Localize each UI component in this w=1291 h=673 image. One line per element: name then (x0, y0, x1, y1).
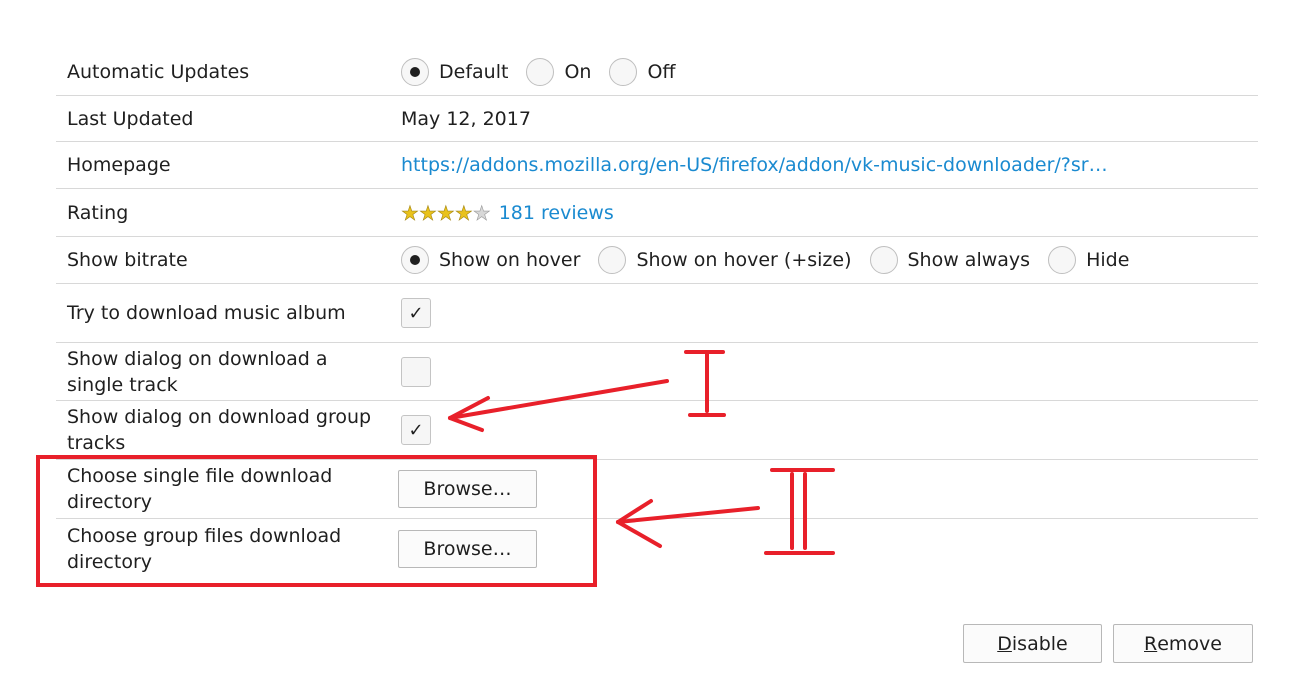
radio-default[interactable] (401, 57, 429, 86)
row-last-updated: Last Updated May 12, 2017 (56, 96, 1258, 142)
single-directory-label: Choose single file download directory (67, 465, 333, 513)
radio-label-hide: Hide (1086, 249, 1130, 271)
reviews-link[interactable]: 181 reviews (499, 202, 614, 224)
automatic-updates-radio-group: Default On Off (401, 57, 693, 86)
radio-label-show-on-hover-size: Show on hover (+size) (636, 249, 852, 271)
addon-settings: Automatic Updates Default On Off Last Up… (56, 48, 1258, 579)
radio-label-on: On (564, 60, 592, 83)
download-album-label: Try to download music album (67, 302, 346, 324)
show-bitrate-label: Show bitrate (67, 249, 188, 271)
download-album-checkbox[interactable]: ✓ (401, 298, 431, 328)
show-bitrate-radio-group: Show on hover Show on hover (+size) Show… (401, 246, 1129, 274)
row-group-directory: Choose group files download directory Br… (56, 519, 1258, 579)
radio-off[interactable] (609, 57, 638, 86)
star-icon: ★ (454, 200, 474, 225)
radio-option-show-on-hover[interactable]: Show on hover (401, 246, 580, 274)
remove-button[interactable]: Remove (1113, 624, 1253, 663)
radio-label-off: Off (647, 60, 676, 83)
row-homepage: Homepage https://addons.mozilla.org/en-U… (56, 142, 1258, 189)
radio-option-off[interactable]: Off (609, 57, 676, 86)
radio-label-show-always: Show always (907, 249, 1031, 271)
homepage-label: Homepage (67, 154, 171, 176)
row-dialog-single: Show dialog on download a single track (56, 343, 1258, 401)
row-automatic-updates: Automatic Updates Default On Off (56, 48, 1258, 96)
radio-option-default[interactable]: Default (401, 57, 509, 86)
radio-label-default: Default (439, 60, 509, 83)
star-icon: ★ (401, 200, 420, 225)
dialog-group-checkbox[interactable]: ✓ (401, 415, 431, 445)
disable-button[interactable]: Disable (963, 624, 1102, 663)
row-show-bitrate: Show bitrate Show on hover Show on hover… (56, 237, 1258, 284)
rating-label: Rating (67, 201, 129, 224)
star-icon: ★ (436, 200, 456, 225)
last-updated-label: Last Updated (67, 107, 194, 130)
radio-on[interactable] (526, 57, 555, 86)
radio-show-on-hover[interactable] (401, 246, 429, 274)
checkmark-icon: ✓ (408, 302, 424, 324)
row-download-album: Try to download music album ✓ (56, 284, 1258, 343)
star-empty-icon: ★ (472, 200, 491, 225)
radio-option-hide[interactable]: Hide (1048, 246, 1129, 274)
homepage-link[interactable]: https://addons.mozilla.org/en-US/firefox… (401, 154, 1108, 176)
checkmark-icon: ✓ (408, 419, 424, 441)
row-single-directory: Choose single file download directory Br… (56, 460, 1258, 519)
star-icon: ★ (418, 200, 438, 225)
radio-option-show-on-hover-size[interactable]: Show on hover (+size) (598, 246, 852, 274)
browse-single-button[interactable]: Browse… (398, 470, 537, 508)
radio-hide[interactable] (1048, 246, 1077, 274)
dialog-single-label: Show dialog on download a single track (67, 347, 328, 396)
radio-show-always[interactable] (869, 246, 898, 274)
browse-group-button[interactable]: Browse… (398, 530, 537, 568)
radio-option-show-always[interactable]: Show always (869, 246, 1031, 274)
last-updated-value: May 12, 2017 (401, 107, 531, 130)
dialog-group-label: Show dialog on download group tracks (67, 406, 372, 454)
group-directory-label: Choose group files download directory (67, 525, 342, 573)
radio-show-on-hover-size[interactable] (598, 246, 627, 274)
row-dialog-group: Show dialog on download group tracks ✓ (56, 401, 1258, 460)
row-rating: Rating ★ ★ ★ ★ ★ 181 reviews (56, 189, 1258, 237)
automatic-updates-label: Automatic Updates (67, 60, 250, 83)
rating-stars: ★ ★ ★ ★ ★ (401, 200, 491, 225)
dialog-single-checkbox[interactable] (401, 356, 431, 387)
radio-option-on[interactable]: On (526, 57, 592, 86)
radio-label-show-on-hover: Show on hover (439, 249, 581, 271)
